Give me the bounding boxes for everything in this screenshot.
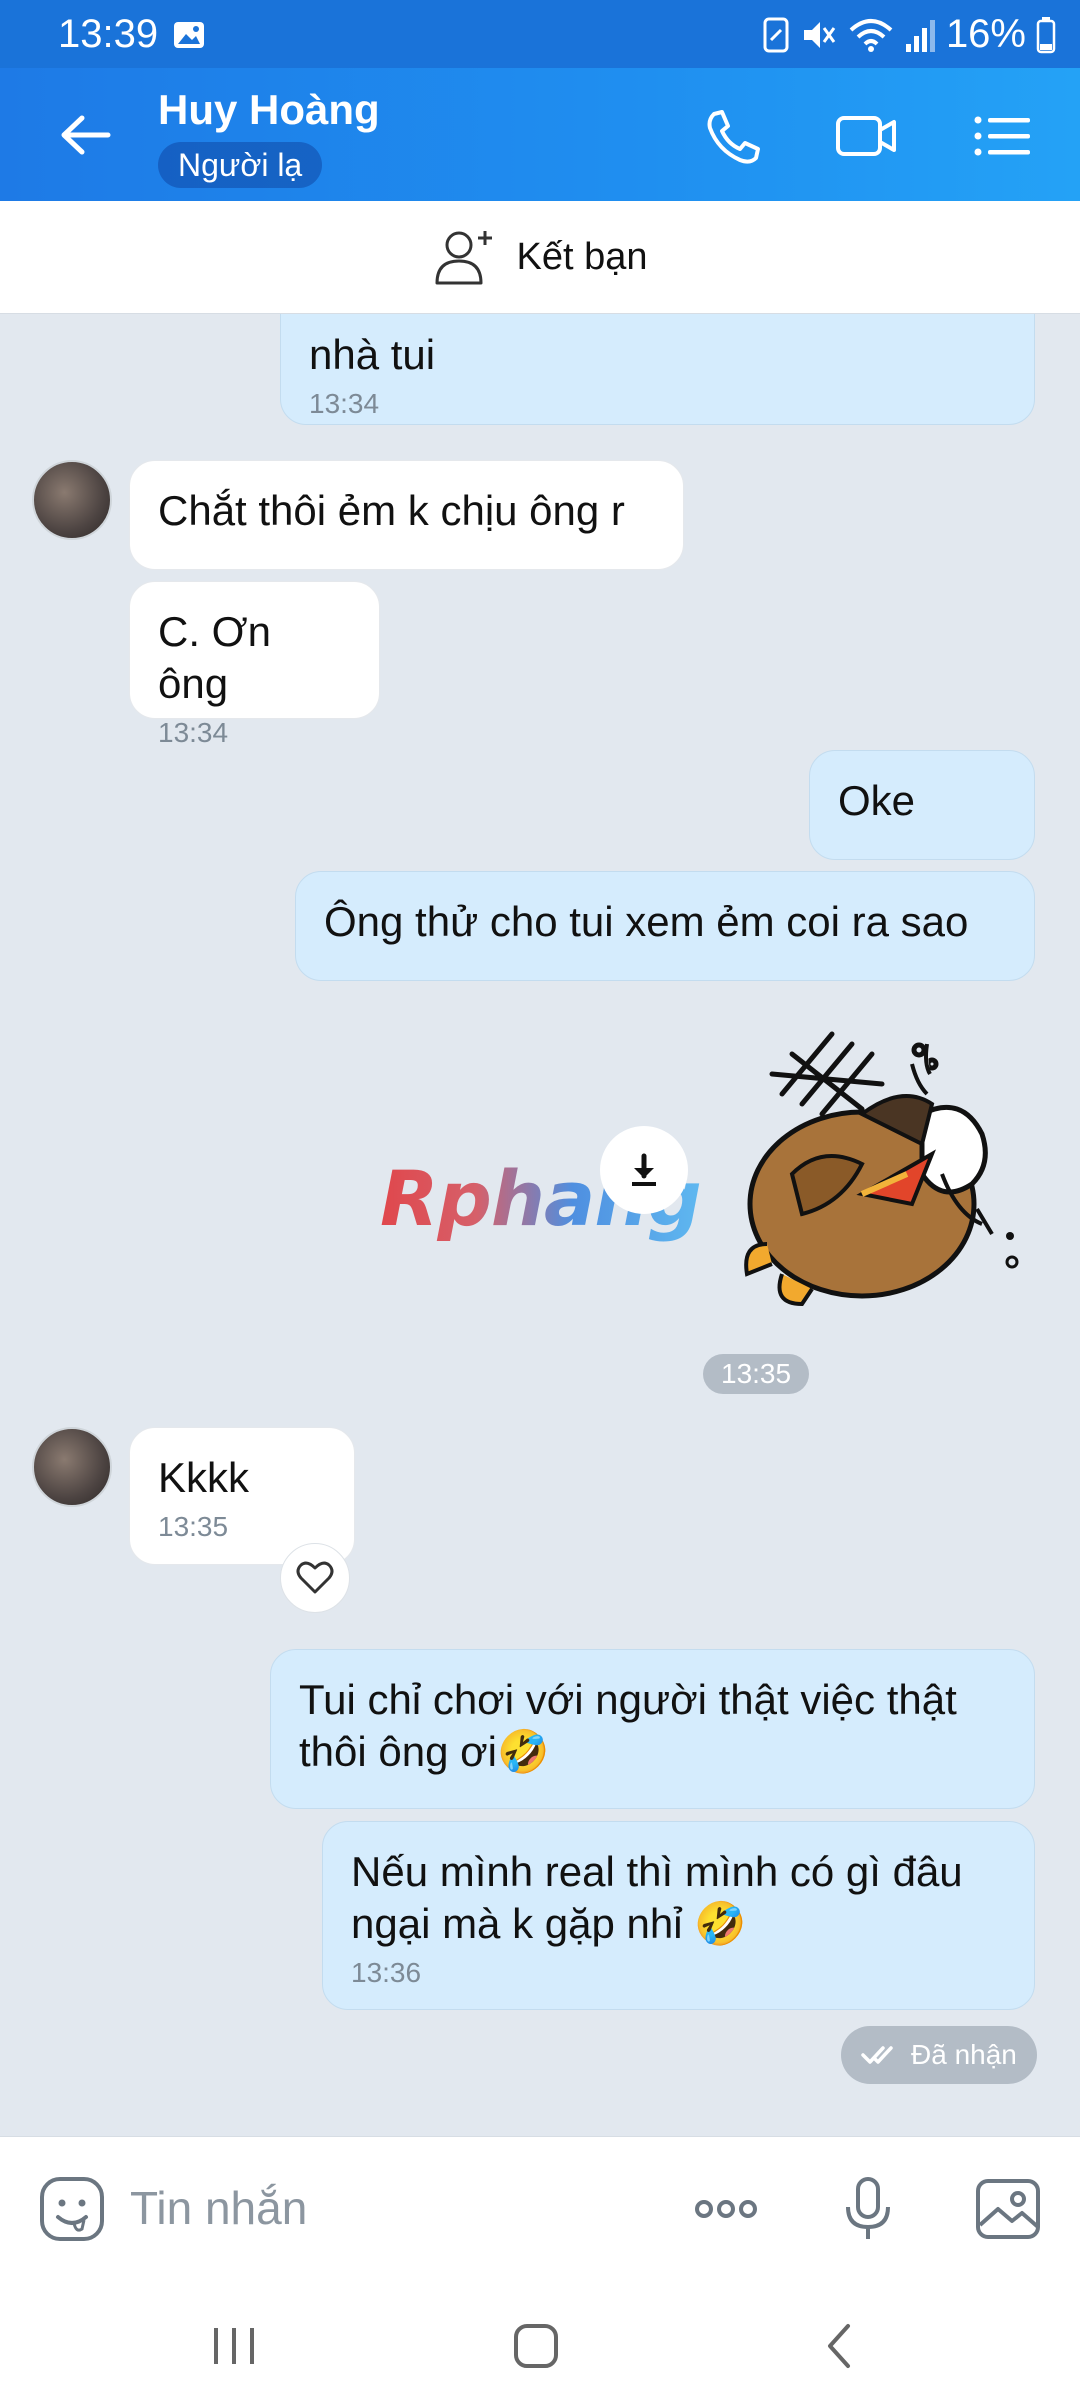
message-input-bar: Tin nhắn (0, 2136, 1080, 2276)
signal-icon (905, 19, 935, 52)
message-list[interactable]: nhà tui 13:34 Chắt thôi ẻm k chịu ông r … (0, 314, 1080, 2136)
add-friend-bar[interactable]: Kết bạn (0, 201, 1080, 314)
message-bubble-outgoing[interactable]: Tui chỉ chơi với người thật việc thật th… (270, 1649, 1035, 1809)
bird-sticker[interactable] (712, 1004, 1032, 1334)
add-friend-icon (435, 231, 492, 285)
download-button[interactable] (600, 1126, 688, 1214)
status-bar: 13:39 16% (0, 0, 1080, 68)
back-arrow-icon[interactable] (56, 110, 116, 160)
react-button[interactable] (280, 1543, 350, 1613)
mute-icon (803, 21, 836, 48)
phone-icon[interactable] (700, 106, 764, 166)
message-text: Ông thử cho tui xem ẻm coi ra sao (324, 898, 969, 945)
double-check-icon (861, 2046, 893, 2064)
message-bubble-incoming[interactable]: C. Ơn ông 13:34 (129, 581, 380, 748)
chat-header: Huy Hoàng Người lạ (0, 68, 1080, 201)
message-bubble-outgoing[interactable]: nhà tui 13:34 (280, 314, 1035, 425)
message-text: C. Ơn ông (158, 608, 272, 707)
more-icon[interactable] (690, 2173, 762, 2245)
status-icons: 16% (762, 12, 1056, 57)
battery-icon (1036, 16, 1056, 53)
video-call-icon[interactable] (834, 106, 898, 166)
message-time: 13:36 (351, 1957, 422, 1988)
sticker-time: 13:35 (703, 1354, 810, 1394)
image-icon[interactable] (972, 2173, 1044, 2245)
wifi-icon (849, 18, 893, 52)
message-input[interactable]: Tin nhắn (130, 2181, 307, 2235)
system-nav-bar (0, 2276, 1080, 2408)
sticker-emoji-icon[interactable] (36, 2173, 108, 2245)
message-bubble-outgoing[interactable]: Ông thử cho tui xem ẻm coi ra sao (295, 871, 1035, 981)
message-time: 13:35 (158, 1511, 229, 1542)
contact-name[interactable]: Huy Hoàng (158, 86, 380, 134)
message-time: 13:34 (309, 388, 380, 419)
download-icon (632, 1153, 656, 1186)
nav-back-icon[interactable] (810, 2316, 870, 2376)
message-bubble-outgoing[interactable]: Nếu mình real thì mình có gì đâu ngại mà… (322, 1821, 1035, 2010)
message-text: Kkkk (158, 1454, 250, 1501)
message-text: nhà tui (309, 331, 436, 378)
nfc-icon (763, 17, 789, 52)
avatar[interactable] (32, 460, 112, 540)
message-text: Chắt thôi ẻm k chịu ông r (158, 487, 625, 534)
message-bubble-incoming[interactable]: Chắt thôi ẻm k chịu ông r (129, 460, 684, 570)
status-time: 13:39 (58, 12, 159, 56)
microphone-icon[interactable] (832, 2173, 904, 2245)
delivery-status-label: Đã nhận (911, 2039, 1017, 2070)
stranger-badge: Người lạ (158, 142, 323, 188)
message-text: Oke (838, 777, 916, 824)
message-text: Nếu mình real thì mình có gì đâu ngại mà… (351, 1848, 963, 1947)
battery-percent: 16% (945, 12, 1026, 56)
delivery-status: Đã nhận (841, 2026, 1037, 2084)
nav-recent-icon[interactable] (204, 2316, 264, 2376)
message-bubble-outgoing[interactable]: Oke (809, 750, 1035, 860)
message-text: Tui chỉ chơi với người thật việc thật th… (299, 1676, 957, 1775)
add-friend-label: Kết bạn (516, 235, 648, 278)
menu-list-icon[interactable] (970, 106, 1034, 166)
nav-home-icon[interactable] (506, 2316, 566, 2376)
heart-icon (296, 1561, 334, 1594)
message-time: 13:34 (158, 717, 229, 748)
gallery-notification-icon (174, 22, 204, 48)
avatar[interactable] (32, 1427, 112, 1507)
